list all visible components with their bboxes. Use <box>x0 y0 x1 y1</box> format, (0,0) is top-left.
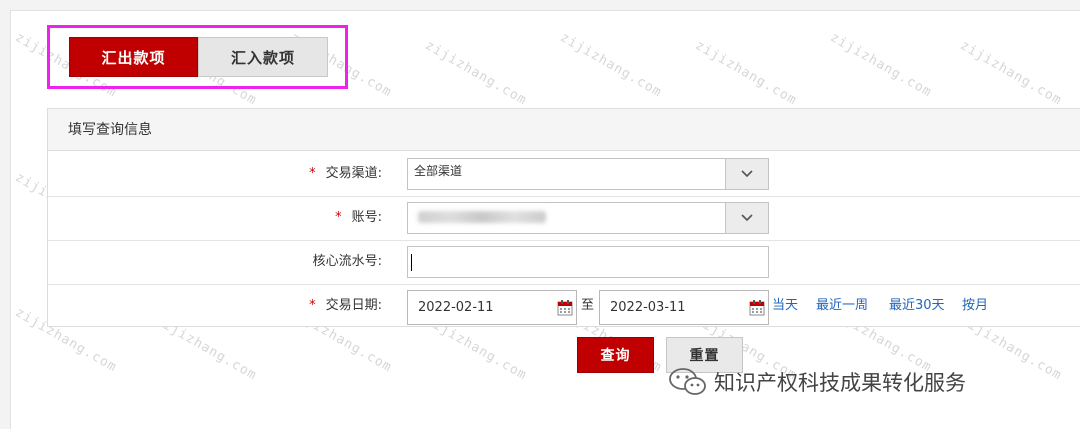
date-label: * 交易日期: <box>309 298 382 313</box>
tab-outgoing[interactable]: 汇出款项 <box>69 37 198 77</box>
text-caret <box>411 254 412 271</box>
tab-incoming[interactable]: 汇入款项 <box>198 37 328 77</box>
account-select[interactable] <box>407 202 769 234</box>
query-panel: 填写查询信息 * 交易渠道: 全部渠道 * 账号: 核心流水号: * 交易日期:… <box>47 108 1080 327</box>
required-mark: * <box>309 166 316 181</box>
quick-link-last-week[interactable]: 最近一周 <box>816 284 868 328</box>
date-separator: 至 <box>581 298 595 313</box>
panel-title: 填写查询信息 <box>48 109 1080 151</box>
channel-value: 全部渠道 <box>414 164 463 178</box>
required-mark: * <box>335 210 342 225</box>
chevron-down-icon <box>741 214 753 222</box>
start-date-value: 2022-02-11 <box>418 300 494 315</box>
row-date: * 交易日期: 2022-02-11 至 2022-03-11 当天 最近一周 … <box>48 284 1080 328</box>
required-mark: * <box>309 298 316 313</box>
quick-link-today[interactable]: 当天 <box>772 284 798 328</box>
quick-link-last-30-days[interactable]: 最近30天 <box>889 284 945 328</box>
core-serial-label: 核心流水号: <box>312 254 382 269</box>
channel-select[interactable]: 全部渠道 <box>407 158 769 190</box>
row-account: * 账号: <box>48 196 1080 241</box>
brand-watermark: 知识产权科技成果转化服务 <box>668 364 966 400</box>
brand-text: 知识产权科技成果转化服务 <box>714 371 966 395</box>
core-serial-input[interactable] <box>407 246 769 278</box>
account-dropdown-button[interactable] <box>725 203 768 233</box>
start-date-input[interactable]: 2022-02-11 <box>407 290 577 325</box>
account-label: * 账号: <box>335 210 382 225</box>
account-value-redacted <box>418 211 546 223</box>
row-core-serial: 核心流水号: <box>48 240 1080 285</box>
quick-link-by-month[interactable]: 按月 <box>962 284 988 328</box>
chevron-down-icon <box>741 170 753 178</box>
end-date-value: 2022-03-11 <box>610 300 686 315</box>
wechat-icon <box>669 368 706 395</box>
calendar-icon[interactable] <box>749 299 765 316</box>
query-button[interactable]: 查询 <box>577 337 654 373</box>
channel-dropdown-button[interactable] <box>725 159 768 189</box>
end-date-input[interactable]: 2022-03-11 <box>599 290 769 325</box>
row-channel: * 交易渠道: 全部渠道 <box>48 152 1080 197</box>
calendar-icon[interactable] <box>557 299 573 316</box>
channel-label: * 交易渠道: <box>309 166 382 181</box>
